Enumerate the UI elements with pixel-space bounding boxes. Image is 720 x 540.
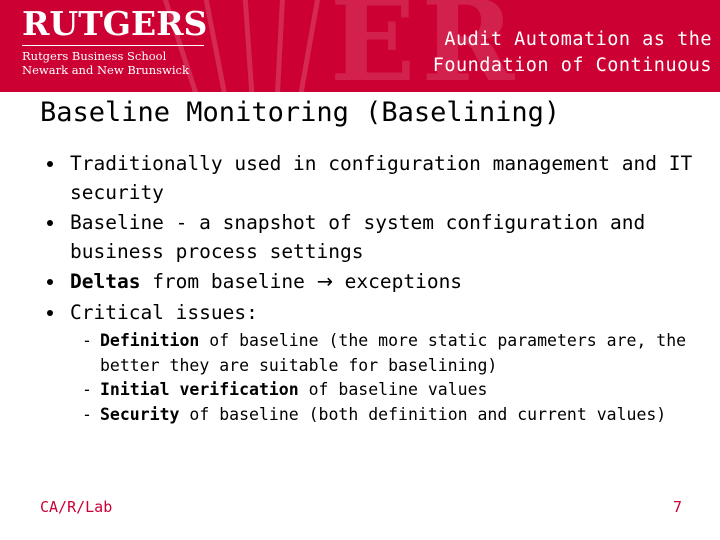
slide-title: Baseline Monitoring (Baselining)	[40, 97, 561, 128]
bullet-dot-icon	[47, 279, 53, 285]
page-number: 7	[672, 498, 682, 516]
bullet-dot-icon	[47, 309, 53, 316]
bullet-item: Traditionally used in configuration mana…	[40, 150, 700, 207]
bullet-text-segment: Deltas	[70, 270, 141, 293]
rutgers-logo: RUTGERS Rutgers Business School Newark a…	[22, 6, 207, 77]
slide: ER RUTGERS Rutgers Business School Newar…	[0, 0, 720, 540]
bullet-text-segment: from baseline	[140, 270, 317, 293]
deck-title-line-2: Foundation of Continuous	[432, 55, 712, 76]
bullet-text-segment: Definition	[100, 331, 200, 350]
bullet-dot-icon	[47, 220, 53, 226]
bullet-text-segment: of baseline values	[298, 380, 488, 399]
deck-title: Audit Automation as the Foundation of Co…	[292, 27, 712, 79]
bullet-item: Baseline - a snapshot of system configur…	[40, 209, 700, 266]
bullet-text-segment: →	[316, 270, 333, 293]
bullet-text-segment: Baseline - a snapshot of system configur…	[70, 211, 646, 263]
bullet-text-segment: exceptions	[332, 270, 463, 293]
sub-bullet-item: - Definition of baseline (the more static…	[40, 329, 700, 378]
slide-body: Traditionally used in configuration mana…	[40, 150, 700, 427]
deck-title-line-1: Audit Automation as the	[444, 29, 712, 50]
bullet-text-segment: of baseline (both definition and current…	[179, 404, 667, 424]
bullet-item: Critical issues:	[40, 299, 700, 328]
bullet-text-segment: Traditionally used in configuration mana…	[70, 152, 693, 204]
bullet-dash-icon: -	[82, 331, 92, 350]
bullet-dot-icon	[47, 161, 53, 167]
bullet-text-segment: Security	[100, 404, 180, 424]
header-ray-decoration	[271, 0, 287, 92]
logo-school-name: Rutgers Business School	[22, 49, 167, 63]
bullet-dash-icon: -	[82, 404, 92, 424]
bullet-item: Deltas from baseline → exceptions	[40, 268, 700, 297]
bullet-text-segment: Critical issues:	[70, 300, 258, 324]
header-ray-decoration	[240, 0, 259, 92]
sub-bullet-item: - Security of baseline (both definition a…	[40, 403, 700, 428]
logo-divider	[22, 45, 204, 46]
footer-label: CA/R/Lab	[40, 498, 113, 516]
logo-campus-name: Newark and New Brunswick	[22, 63, 189, 77]
bullet-text-segment: Initial verification	[100, 380, 299, 399]
sub-bullet-item: - Initial verification of baseline values	[40, 378, 700, 403]
logo-wordmark: RUTGERS	[22, 4, 208, 43]
bullet-dash-icon: -	[82, 380, 92, 399]
header-band: ER RUTGERS Rutgers Business School Newar…	[0, 0, 720, 92]
